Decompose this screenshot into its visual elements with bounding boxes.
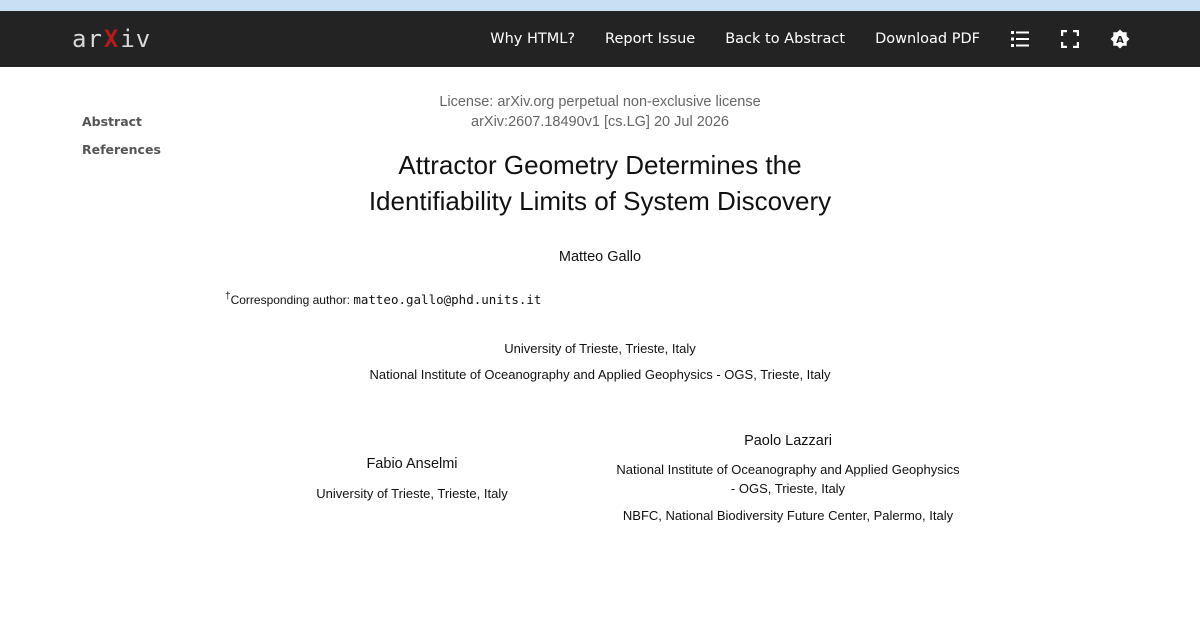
why-html-link[interactable]: Why HTML? [490,31,575,47]
coauthor-left-name: Fabio Anselmi [366,456,458,472]
footnote-label: Corresponding author: [230,293,354,307]
logo-text-left: ar [72,25,103,53]
theme-toggle-icon[interactable]: A [1110,29,1130,49]
coauthor-left-affiliation: University of Trieste, Trieste, Italy [316,486,508,501]
toc-item-references[interactable]: References [82,142,161,157]
nav-links: Why HTML? Report Issue Back to Abstract … [490,11,1130,67]
fullscreen-icon[interactable] [1060,29,1080,49]
download-pdf-link[interactable]: Download PDF [875,31,980,47]
title-line-1: Attractor Geometry Determines the [398,150,802,180]
title-line-2: Identifiability Limits of System Discove… [368,186,832,216]
svg-text:A: A [1116,35,1124,46]
logo-x: X [103,25,120,53]
corresponding-author-footnote: †Corresponding author: matteo.gallo@phd.… [225,291,541,307]
back-to-abstract-link[interactable]: Back to Abstract [725,31,845,47]
paper-title: Attractor Geometry Determines the Identi… [300,147,900,219]
arxiv-logo[interactable]: ar Xiv [72,23,151,55]
toc-item-abstract[interactable]: Abstract [82,114,161,129]
affiliation-2: National Institute of Oceanography and A… [369,367,831,382]
affiliation-1: University of Trieste, Trieste, Italy [504,341,696,356]
list-icon[interactable] [1010,29,1030,49]
coauthor-right-aff-line2: - OGS, Trieste, Italy [730,481,846,496]
coauthor-right-affiliation-1: National Institute of Oceanography and A… [602,460,974,498]
coauthor-right-affiliation-2: NBFC, National Biodiversity Future Cente… [622,508,954,523]
logo-text-right: iv [120,25,152,53]
table-of-contents: Abstract References [82,114,161,170]
coauthor-right-aff-line1: National Institute of Oceanography and A… [616,462,960,477]
license-block: License: arXiv.org perpetual non-exclusi… [300,92,900,132]
coauthor-left-block: Fabio Anselmi University of Trieste, Tri… [262,456,562,503]
report-issue-link[interactable]: Report Issue [605,31,695,47]
corresponding-email: matteo.gallo@phd.units.it [353,292,542,307]
license-text[interactable]: License: arXiv.org perpetual non-exclusi… [300,92,900,112]
arxiv-identifier: arXiv:2607.18490v1 [cs.LG] 20 Jul 2026 [471,114,729,130]
coauthor-right-name: Paolo Lazzari [744,433,832,449]
arxiv-navbar: ar Xiv Why HTML? Report Issue Back to Abs… [0,11,1200,67]
main-author: Matteo Gallo [558,249,642,265]
coauthor-right-block: Paolo Lazzari National Institute of Ocea… [602,433,974,525]
